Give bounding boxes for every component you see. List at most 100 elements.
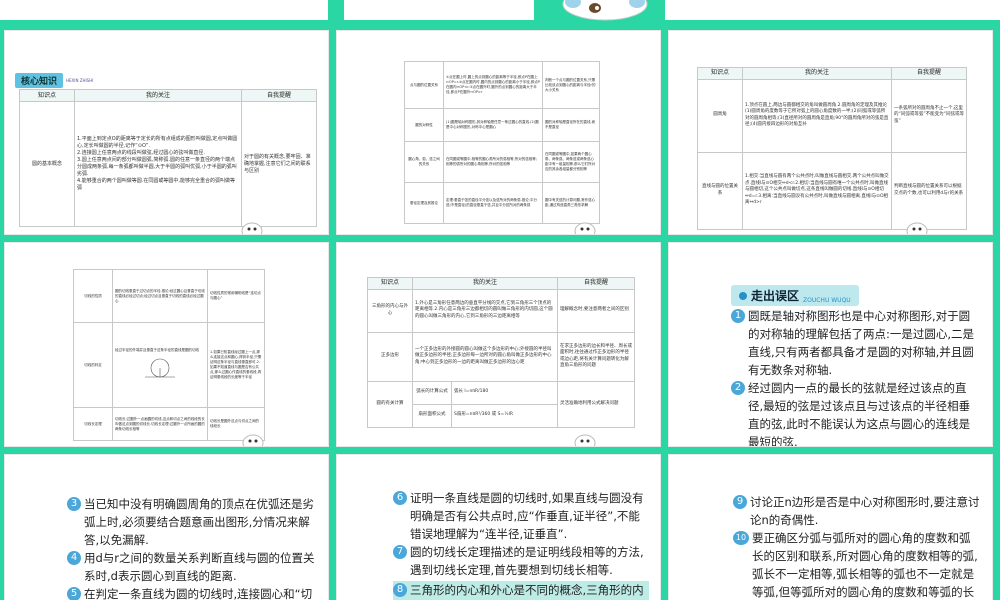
row-point: 圆周角 <box>697 78 743 153</box>
col-header-point: 知识点 <box>697 67 743 80</box>
row-point: 直线与圆的位置关系 <box>697 151 743 230</box>
row-focus: 切线长:过圆外一点画圆的切线,这点和切点之间的线段的长叫做这点到圆的切线长.切线… <box>112 407 208 441</box>
slide-3[interactable]: 知识点 我的关注 自我提醒 圆周角 1.顶点在圆上,两边与圆都相交的角叫做圆周角… <box>668 30 993 235</box>
row-focus: 1.相交:当直线与圆有两个公共点时,叫做直线与圆相交,两个公共点叫做交点.直线l… <box>742 151 892 230</box>
table-row: 圆周角 1.顶点在圆上,两边与圆都相交的角叫做圆周角.2.圆周角的定理及其推论(… <box>697 78 967 153</box>
slide-6[interactable]: 走出误区 ZOUCHU WUQU 1 圆既是轴对称图形也是中心对称图形,对于圆的… <box>668 242 993 447</box>
banner-subtitle: HEXIN ZHISHI <box>66 78 94 83</box>
row-point: 三角形的内心与外心 <box>367 288 413 333</box>
item-number-badge: 3 <box>67 497 81 511</box>
item-text: 用d与r之间的数量关系判断直线与圆的位置关系时,d表示圆心到直线的距离. <box>84 551 315 583</box>
table-row: 垂径定理及其推论 定理:垂直于弦的直径平分弦以及弦所对的两条弧.推论:平分弦(不… <box>404 182 600 224</box>
item-number-badge: 7 <box>393 545 407 559</box>
banner-subtitle: ZOUCHU WUQU <box>803 297 851 304</box>
list-item: 9 讨论正n边形是否是中心对称图形时,要注意讨论n的奇偶性. <box>733 493 981 529</box>
knowledge-table: 知识点 我的关注 自我提醒 圆周角 1.顶点在圆上,两边与圆都相交的角叫做圆周角… <box>697 67 967 230</box>
slide-9[interactable]: 9 讨论正n边形是否是中心对称图形时,要注意讨论n的奇偶性. 10 要正确区分弧… <box>668 454 993 600</box>
row-focus-text: 经过半径的外端并且垂直于这条半径的直线是圆的切线 <box>115 347 199 352</box>
item-text: 经过圆内一点的最长的弦就是经过该点的直径,最短的弦是过该点且与过该点的半径相垂直… <box>748 381 971 447</box>
row-remind: 在求正多边形的边长和半径、周长或面积时,往往通过作正多边形的半径或边心距,将有关… <box>557 331 635 382</box>
row-point: 切线长定理 <box>73 407 113 441</box>
formula-label: 扇形面积公式 <box>412 403 452 428</box>
row-point: 切线的判定 <box>73 322 113 408</box>
item-text: 要正确区分弧与弧所对的圆心角的度数和弧长的区别和联系,所对圆心角的度数相等的弧,… <box>752 531 978 599</box>
slide-5[interactable]: 知识点 我的关注 自我提醒 三角形的内心与外心 1.外心是三角形任意两边的垂直平… <box>336 242 661 447</box>
top-slide-edge-right <box>665 0 1000 20</box>
item-number-badge: 8 <box>393 583 407 597</box>
list-item: 5 在判定一条直线为圆的切线时,连接圆心和“切点”(直线与圆的公共点)的线段(或… <box>67 585 315 600</box>
knowledge-table: 点与圆的位置关系 ①点在圆上时,圆上的点到圆心的距离等于半径,即点P在圆上⇔OP… <box>404 61 600 224</box>
item-number-badge: 1 <box>731 309 745 323</box>
banner-title: 核心知识 <box>21 77 58 87</box>
formula-arc: 弧长 l=nπR/180 <box>451 380 558 405</box>
row-focus: 在同圆或等圆中,相等的圆心角所对的弧相等,所对的弦相等;相等的弧所对的圆心角相等… <box>443 141 543 183</box>
list-item: 8 三角形的内心和外心是不同的概念,三角形的内切圆的圆心叫做三角形的内心,三角形… <box>393 581 649 600</box>
slide-8[interactable]: 6 证明一条直线是圆的切线时,如果直线与圆没有明确是否有公共点时,应“作垂直,证… <box>336 454 661 600</box>
row-focus: 1.外心是三角形任意两边的垂直平分线的交点,它到三角形三个顶点的距离相等.2.内… <box>412 288 558 333</box>
table-row: 点与圆的位置关系 ①点在圆上时,圆上的点到圆心的距离等于半径,即点P在圆上⇔OP… <box>404 61 600 109</box>
row-focus: 1.顶点在圆上,两边与圆都相交的角叫做圆周角.2.圆周角的定理及其推论(1)圆周… <box>742 78 892 153</box>
cow-mascot <box>573 219 597 234</box>
section-banner: 核心知识 HEXIN ZHISHI <box>15 73 93 88</box>
item-text: 圆的切线长定理描述的是证明线段相等的方法,遇到切线长定理,首先要想到切线长相等. <box>410 545 644 577</box>
row-point: 圆的对称性 <box>404 108 444 142</box>
list-item: 7 圆的切线长定理描述的是证明线段相等的方法,遇到切线长定理,首先要想到切线长相… <box>393 543 649 579</box>
col-header-focus: 我的关注 <box>412 277 558 290</box>
row-point: 切线的性质 <box>73 269 113 323</box>
banner-bg: 核心知识 <box>15 73 64 88</box>
list-item: 3 当已知中没有明确圆周角的顶点在优弧还是劣弧上时,必须要结合题意画出图形,分情… <box>67 495 315 549</box>
section-banner: 走出误区 ZOUCHU WUQU <box>731 285 859 306</box>
formula-sector: S扇形=nπR²/360 或 S=½lR <box>451 403 558 428</box>
cow-mascot-top <box>555 0 655 22</box>
focus-line: 1.平面上到定点O的距离等于定长的所有点组成的图形叫做圆,定点叫做圆心,定长叫做… <box>77 136 238 149</box>
row-focus: 经过半径的外端并且垂直于这条半径的直线是圆的切线 <box>112 322 208 408</box>
row-point: 垂径定理及其推论 <box>404 182 444 224</box>
tangent-diagram <box>145 358 175 377</box>
item-number-badge: 9 <box>733 495 747 509</box>
table-row: 圆的基本概念 1.平面上到定点O的距离等于定长的所有点组成的图形叫做圆,定点叫做… <box>19 101 317 227</box>
pin-icon <box>739 291 747 300</box>
row-remind: 圆的对称轴是直径所在的直线,而不是直径 <box>542 108 600 142</box>
table-row: 直线与圆的位置关系 1.相交:当直线与圆有两个公共点时,叫做直线与圆相交,两个公… <box>697 151 967 230</box>
list-item: 1 圆既是轴对称图形也是中心对称图形,对于圆的对称轴的理解包括了两点:一是过圆心… <box>731 307 979 379</box>
table-row: 圆心角、弧、弦之间的关系 在同圆或等圆中,相等的圆心角所对的弧相等,所对的弦相等… <box>404 141 600 183</box>
row-remind: 判断直线与圆的位置关系可以根据交点的个数,也可以利用d与r的关系 <box>891 151 967 230</box>
table-row: 切线的性质 圆的切线垂直于过切点的半径.推论:经过圆心且垂直于切线的直线必经过切… <box>73 269 265 323</box>
col-header-remind: 自我提醒 <box>241 89 317 102</box>
item-text: 在判定一条直线为圆的切线时,连接圆心和“切点”(直线与圆的公共点)的线段(或直线… <box>84 587 313 600</box>
col-header-focus: 我的关注 <box>742 67 892 80</box>
item-number-badge: 2 <box>731 381 745 395</box>
top-slide-edge-mid <box>344 0 534 20</box>
focus-line: 3.圆上任意两点间的部分叫做圆弧,简称弧.圆的任意一条直径的两个端点分圆成两条弧… <box>77 157 237 177</box>
table-row: 圆的对称性 (1)圆是轴对称图形,其对称轴是任意一条过圆心的直线.(2)圆是中心… <box>404 108 600 142</box>
item-number-badge: 5 <box>67 587 81 600</box>
item-number-badge: 4 <box>67 551 81 565</box>
item-text: 当已知中没有明确圆周角的顶点在优弧还是劣弧上时,必须要结合题意画出图形,分情况来… <box>84 497 314 547</box>
item-number-badge: 6 <box>393 491 407 505</box>
slide-4[interactable]: 切线的性质 圆的切线垂直于过切点的半径.推论:经过圆心且垂直于切线的直线必经过切… <box>4 242 329 447</box>
table-row: 圆的有关计算 弧长的计算公式 弧长 l=nπR/180 灵活准确地利用公式解决问… <box>367 380 635 428</box>
cow-mascot <box>905 219 929 234</box>
col-header-focus: 我的关注 <box>74 89 242 102</box>
slide-2[interactable]: 点与圆的位置关系 ①点在圆上时,圆上的点到圆心的距离等于半径,即点P在圆上⇔OP… <box>336 30 661 235</box>
col-header-point: 知识点 <box>19 89 75 102</box>
row-point: 圆的基本概念 <box>19 101 75 227</box>
row-remind: 在同圆或等圆中,如果两个圆心角、两条弧、两条弦或两条弦心距中有一组量相等,那么它… <box>542 141 600 183</box>
list-item: 10 要正确区分弧与弧所对的圆心角的度数和弧长的区别和联系,所对圆心角的度数相等… <box>733 529 981 600</box>
row-point: 正多边形 <box>367 331 413 382</box>
knowledge-table: 知识点 我的关注 自我提醒 圆的基本概念 1.平面上到定点O的距离等于定长的所有… <box>19 89 317 227</box>
row-remind: 1.如果已知直线经过圆上一点,那么连接这点和圆心,得到半径,只需证明这条半径与直… <box>207 322 265 408</box>
list-item: 6 证明一条直线是圆的切线时,如果直线与圆没有明确是否有公共点时,应“作垂直,证… <box>393 489 649 543</box>
slide-7[interactable]: 3 当已知中没有明确圆周角的顶点在优弧还是劣弧上时,必须要结合题意画出图形,分情… <box>4 454 329 600</box>
formula-label: 弧长的计算公式 <box>412 380 452 405</box>
knowledge-table: 切线的性质 圆的切线垂直于过切点的半径.推论:经过圆心且垂直于切线的直线必经过切… <box>73 269 265 441</box>
list-item: 4 用d与r之间的数量关系判断直线与圆的位置关系时,d表示圆心到直线的距离. <box>67 549 315 585</box>
row-focus: 1.平面上到定点O的距离等于定长的所有点组成的图形叫做圆,定点叫做圆心,定长叫做… <box>74 101 242 227</box>
row-point: 圆心角、弧、弦之间的关系 <box>404 141 444 183</box>
col-header-remind: 自我提醒 <box>891 67 967 80</box>
focus-line: 4.能够重合的两个圆叫做等圆.在同圆或等圆中,能够完全重合的弧叫做等弧 <box>77 178 235 191</box>
slide-1[interactable]: 核心知识 HEXIN ZHISHI 知识点 我的关注 自我提醒 圆的基本概念 1… <box>4 30 329 235</box>
row-remind: 理解概念时,要注意两者之间的区别 <box>557 288 635 333</box>
row-focus: (1)圆是轴对称图形,其对称轴是任意一条过圆心的直线.(2)圆是中心对称图形,对… <box>443 108 543 142</box>
cow-mascot <box>240 219 264 234</box>
